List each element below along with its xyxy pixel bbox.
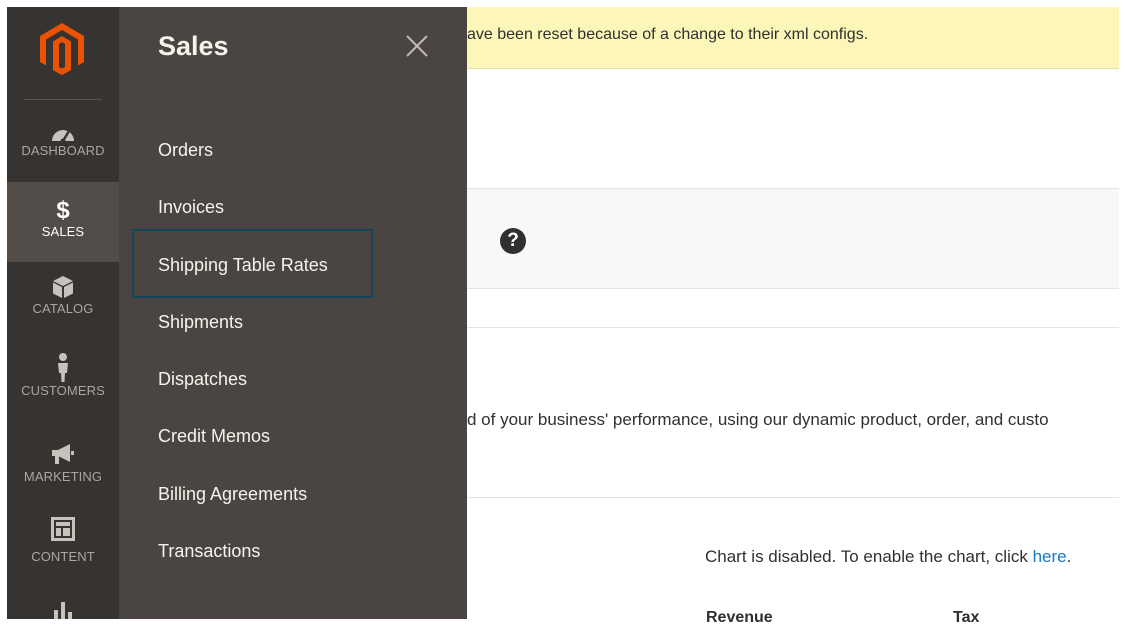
revenue-column-header: Revenue [706, 609, 773, 626]
submenu-item-invoices[interactable]: Invoices [158, 197, 224, 218]
submenu-item-billing-agreements[interactable]: Billing Agreements [158, 484, 307, 505]
enable-chart-link[interactable]: here [1033, 547, 1067, 566]
chart-note-text: Chart is disabled. To enable the chart, … [705, 547, 1033, 566]
submenu-item-dispatches[interactable]: Dispatches [158, 369, 247, 390]
layout-icon [7, 517, 119, 549]
page-actions-band: ? [467, 188, 1119, 289]
sales-submenu: Sales Orders Invoices Shipping Table Rat… [119, 7, 467, 619]
submenu-item-shipping-table-rates[interactable]: Shipping Table Rates [158, 255, 328, 276]
rail-divider [24, 99, 102, 100]
chart-disabled-note: Chart is disabled. To enable the chart, … [705, 547, 1071, 567]
bar-chart-icon [7, 595, 119, 619]
submenu-item-transactions[interactable]: Transactions [158, 541, 260, 562]
tax-column-header: Tax [953, 609, 980, 626]
chart-note-end: . [1066, 547, 1072, 566]
close-submenu-button[interactable] [405, 34, 429, 58]
menu-content-label: CONTENT [31, 549, 95, 564]
menu-customers[interactable]: CUSTOMERS [7, 353, 119, 433]
submenu-item-shipments[interactable]: Shipments [158, 312, 243, 333]
dollar-icon: $ [56, 197, 70, 224]
menu-catalog-label: CATALOG [32, 301, 94, 316]
submenu-title: Sales [158, 31, 229, 61]
admin-menu: DASHBOARD $ SALES CATALOG CUSTOMERS MARK… [7, 7, 119, 619]
menu-content[interactable]: CONTENT [7, 517, 119, 597]
divider [467, 497, 1119, 498]
submenu-item-orders[interactable]: Orders [158, 140, 213, 161]
system-message-text: ave been reset because of a change to th… [467, 26, 869, 43]
menu-sales[interactable]: $ SALES [7, 182, 119, 262]
menu-reports[interactable] [7, 595, 119, 619]
help-icon[interactable]: ? [500, 228, 526, 254]
dashboard-icon [7, 117, 119, 144]
dashboard-description: d of your business' performance, using o… [467, 410, 1049, 429]
menu-marketing[interactable]: MARKETING [7, 443, 119, 523]
menu-catalog[interactable]: CATALOG [7, 275, 119, 355]
menu-sales-label: SALES [41, 224, 85, 239]
system-message-bar: ave been reset because of a change to th… [467, 7, 1119, 69]
submenu-item-credit-memos[interactable]: Credit Memos [158, 426, 270, 447]
menu-customers-label: CUSTOMERS [21, 383, 105, 398]
divider [467, 327, 1119, 328]
logo[interactable] [7, 7, 119, 95]
close-icon [406, 35, 428, 57]
person-icon [7, 353, 119, 383]
magento-logo-icon [40, 23, 84, 75]
menu-marketing-label: MARKETING [23, 469, 103, 484]
box-icon [7, 275, 119, 301]
megaphone-icon [7, 443, 119, 469]
